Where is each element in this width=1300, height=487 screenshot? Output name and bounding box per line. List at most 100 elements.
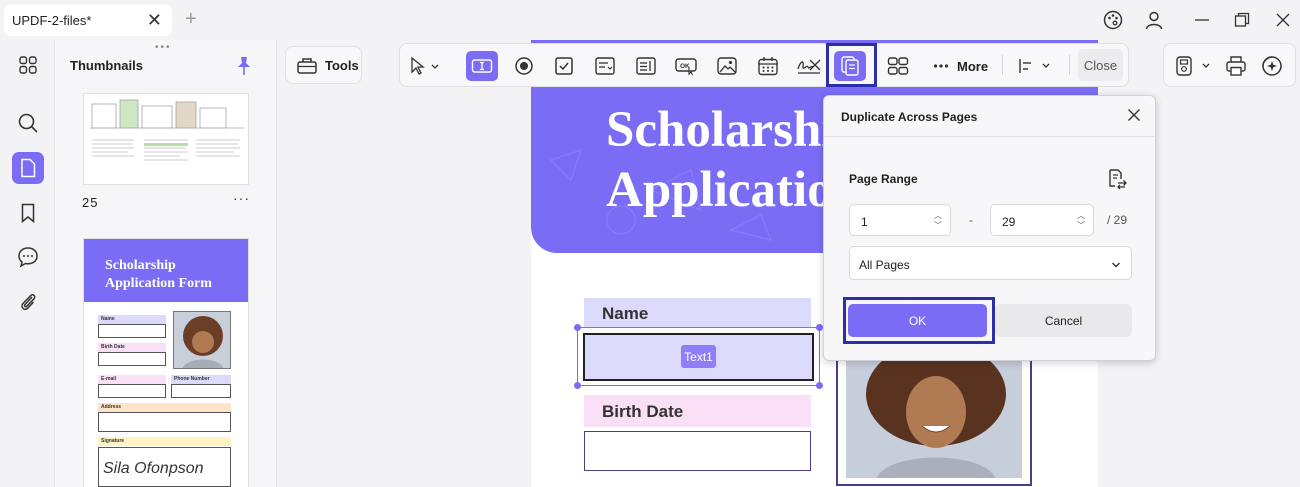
page-range-label: Page Range	[849, 172, 918, 186]
name-label: Name	[584, 298, 811, 328]
duplicate-across-pages-dialog: Duplicate Across Pages Page Range 1 ︿ ﹀ -…	[823, 95, 1156, 361]
thumb-birthdate-label: Birth Date	[98, 343, 166, 352]
new-tab-icon[interactable]: +	[185, 8, 197, 30]
cursor-icon	[411, 56, 439, 75]
page-range-swap-icon[interactable]	[1106, 168, 1128, 195]
page-subset-value: All Pages	[859, 258, 910, 272]
organize-pages-icon[interactable]	[12, 49, 44, 81]
print-button[interactable]	[1220, 51, 1252, 81]
pin-icon[interactable]	[235, 56, 253, 81]
range-end-stepper[interactable]: 29 ︿ ﹀	[990, 204, 1094, 236]
dialog-title: Duplicate Across Pages	[841, 110, 978, 124]
thumb-photo	[173, 311, 231, 369]
text-field-icon	[471, 59, 493, 73]
comments-icon[interactable]	[12, 241, 44, 273]
bookmark-icon[interactable]	[12, 197, 44, 229]
panel-title: Thumbnails	[70, 58, 143, 73]
resize-handle-top-left[interactable]	[574, 324, 581, 331]
birth-date-field[interactable]	[584, 431, 811, 471]
image-icon	[717, 57, 737, 75]
toolbar-divider	[1069, 55, 1070, 75]
thumbnail-illustration	[90, 99, 244, 161]
ok-button[interactable]: OK	[848, 304, 987, 337]
cancel-button[interactable]: Cancel	[995, 304, 1132, 337]
thumbnails-icon[interactable]	[12, 152, 44, 184]
dialog-separator	[824, 136, 1155, 137]
signature-tool[interactable]	[793, 51, 825, 81]
select-tool[interactable]	[404, 51, 444, 81]
search-icon[interactable]	[12, 107, 44, 139]
print-icon	[1226, 56, 1246, 76]
thumb-address-label: Address	[98, 403, 231, 412]
account-icon[interactable]	[1142, 8, 1166, 32]
page-thumbnail-26[interactable]: Scholarship Application Form Name Birth …	[83, 238, 249, 487]
birth-date-label: Birth Date	[584, 395, 811, 427]
left-sidebar	[0, 40, 54, 487]
toolbar-divider	[1002, 55, 1003, 75]
panel-resize-handle[interactable]: •••	[155, 42, 172, 53]
range-separator: -	[969, 213, 973, 227]
date-field-tool[interactable]	[752, 51, 784, 81]
range-end-value: 29	[1002, 215, 1016, 229]
list-box-tool[interactable]	[630, 51, 662, 81]
checkbox-icon	[555, 57, 573, 75]
multiple-copies-tool[interactable]	[882, 51, 914, 81]
checkbox-tool[interactable]	[548, 51, 580, 81]
thumb-email-label: E-mail	[98, 375, 166, 384]
document-tab[interactable]: UPDF-2-files* ✕	[4, 5, 172, 36]
thumb-address-field	[98, 412, 231, 432]
thumb-name-label: Name	[98, 315, 166, 324]
dialog-close-icon[interactable]	[1127, 108, 1141, 127]
resize-handle-bottom-left[interactable]	[574, 382, 581, 389]
form-toolbar: OK More Close	[399, 43, 1129, 87]
list-box-icon	[636, 57, 656, 75]
range-start-stepper[interactable]: 1 ︿ ﹀	[849, 204, 951, 236]
total-pages: / 29	[1107, 213, 1128, 227]
page-thumbnail-25[interactable]	[83, 93, 249, 185]
chevron-down-icon	[1111, 258, 1121, 272]
range-start-arrows-icon[interactable]: ︿ ﹀	[934, 211, 942, 231]
page-options-icon[interactable]: ···	[233, 190, 250, 206]
thumb-phone-label: Phone Number	[171, 375, 231, 384]
duplicate-tool-highlight	[826, 43, 877, 87]
align-tool[interactable]	[1014, 51, 1054, 81]
form-title: Scholarshi Applicatio	[606, 102, 836, 218]
dropdown-tool[interactable]	[589, 51, 621, 81]
close-form-mode-button[interactable]: Close	[1078, 49, 1123, 81]
more-dots-icon	[933, 64, 949, 68]
restore-icon[interactable]	[1230, 8, 1254, 32]
radio-icon	[515, 57, 533, 75]
close-tab-icon[interactable]: ✕	[147, 9, 162, 31]
minimize-icon[interactable]	[1190, 8, 1214, 32]
grid-icon	[887, 57, 909, 75]
page-subset-select[interactable]: All Pages	[849, 246, 1132, 280]
thumb-phone-field	[171, 384, 231, 398]
tools-button[interactable]: Tools	[285, 46, 362, 84]
thumb-signature: Sila Ofonpson	[98, 447, 231, 487]
more-button[interactable]: More	[933, 51, 988, 81]
save-icon	[1176, 56, 1210, 76]
image-field-tool[interactable]	[711, 51, 743, 81]
ai-assistant-button[interactable]	[1256, 51, 1288, 81]
text-field-tool[interactable]	[466, 51, 498, 81]
toolbox-icon	[297, 58, 317, 74]
theme-palette-icon[interactable]	[1101, 8, 1125, 32]
thumb-email-field	[98, 384, 166, 398]
signature-icon	[797, 59, 821, 74]
resize-handle-top-right[interactable]	[816, 324, 823, 331]
calendar-icon	[758, 57, 778, 76]
radio-button-tool[interactable]	[508, 51, 540, 81]
right-toolbar	[1163, 43, 1296, 87]
close-window-icon[interactable]	[1271, 8, 1295, 32]
thumbnails-panel: ••• Thumbnails 25 ··· Scholarship Applic…	[54, 40, 277, 487]
thumbnail-cover-title: Scholarship Application Form	[84, 239, 248, 302]
button-tool[interactable]: OK	[670, 51, 702, 81]
save-button[interactable]	[1170, 51, 1214, 81]
tab-title: UPDF-2-files*	[12, 13, 92, 28]
attachment-icon[interactable]	[12, 286, 44, 318]
range-end-arrows-icon[interactable]: ︿ ﹀	[1077, 211, 1085, 231]
title-bar: UPDF-2-files* ✕ +	[0, 0, 1300, 40]
more-label: More	[957, 58, 989, 74]
resize-handle-bottom-right[interactable]	[816, 382, 823, 389]
field-name-tag[interactable]: Text1	[681, 345, 716, 368]
